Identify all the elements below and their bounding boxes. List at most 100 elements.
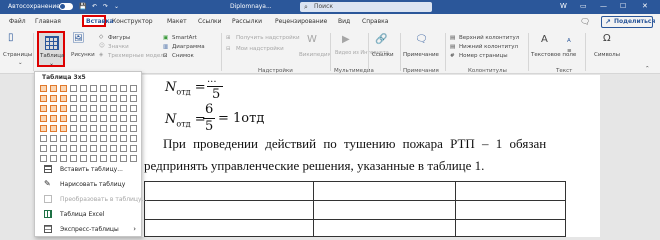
comments-icon[interactable]: 🗨	[580, 17, 590, 26]
comment-label[interactable]: Примечание	[403, 52, 439, 58]
wikipedia-label[interactable]: Википедия	[299, 52, 331, 58]
autosave-toggle[interactable]	[59, 3, 73, 10]
grid-cell[interactable]	[80, 85, 87, 92]
undo-icon[interactable]: ↶	[92, 3, 97, 10]
grid-cell[interactable]	[60, 135, 67, 142]
grid-cell[interactable]	[130, 145, 137, 152]
grid-cell[interactable]	[90, 155, 97, 162]
grid-cell[interactable]	[100, 105, 107, 112]
screenshot-label[interactable]: Снимок	[172, 53, 194, 59]
collapse-ribbon-icon[interactable]: ⌃	[645, 66, 650, 72]
chart-label[interactable]: Диаграмма	[172, 44, 205, 50]
grid-cell[interactable]	[80, 125, 87, 132]
grid-cell[interactable]	[120, 145, 127, 152]
tab-review[interactable]: Рецензирование	[275, 18, 327, 25]
grid-cell[interactable]	[70, 85, 77, 92]
grid-cell[interactable]	[130, 115, 137, 122]
smartart-label[interactable]: SmartArt	[172, 35, 197, 41]
grid-cell[interactable]	[100, 155, 107, 162]
share-button[interactable]: Поделиться	[601, 16, 655, 28]
table-button[interactable]: Таблица ⌄	[37, 31, 65, 67]
grid-cell[interactable]	[80, 115, 87, 122]
grid-cell[interactable]	[70, 105, 77, 112]
grid-cell[interactable]	[90, 125, 97, 132]
grid-cell[interactable]	[80, 95, 87, 102]
grid-cell[interactable]	[60, 115, 67, 122]
grid-cell[interactable]	[80, 155, 87, 162]
grid-cell[interactable]	[70, 155, 77, 162]
grid-cell[interactable]	[110, 125, 117, 132]
grid-cell[interactable]	[120, 85, 127, 92]
grid-cell[interactable]	[100, 95, 107, 102]
tab-mailings[interactable]: Рассылки	[232, 18, 262, 25]
grid-cell[interactable]	[40, 105, 47, 112]
grid-cell[interactable]	[50, 155, 57, 162]
customize-qat-icon[interactable]: ⌄	[114, 3, 119, 10]
grid-cell[interactable]	[60, 145, 67, 152]
grid-cell[interactable]	[50, 85, 57, 92]
symbols-label[interactable]: Символы	[594, 52, 620, 58]
grid-cell[interactable]	[40, 135, 47, 142]
footer-label[interactable]: Нижний колонтитул	[459, 44, 518, 50]
wordart-icon[interactable]: A	[567, 38, 571, 44]
grid-cell[interactable]	[40, 145, 47, 152]
header-label[interactable]: Верхний колонтитул	[459, 35, 519, 41]
grid-cell[interactable]	[40, 85, 47, 92]
menu-item-quick-tables[interactable]: Экспресс-таблицы ›	[36, 222, 142, 236]
grid-cell[interactable]	[120, 95, 127, 102]
grid-cell[interactable]	[90, 105, 97, 112]
grid-cell[interactable]	[110, 85, 117, 92]
links-label[interactable]: Ссылки	[372, 52, 394, 58]
save-icon[interactable]: 💾	[79, 3, 86, 10]
menu-item-draw-table[interactable]: ✎ Нарисовать таблицу	[36, 177, 142, 191]
grid-cell[interactable]	[60, 155, 67, 162]
grid-cell[interactable]	[40, 95, 47, 102]
grid-cell[interactable]	[120, 115, 127, 122]
grid-cell[interactable]	[130, 125, 137, 132]
grid-cell[interactable]	[90, 145, 97, 152]
grid-cell[interactable]	[100, 115, 107, 122]
ribbon-options-icon[interactable]: ▭	[580, 2, 587, 10]
grid-cell[interactable]	[130, 135, 137, 142]
grid-cell[interactable]	[70, 115, 77, 122]
grid-cell[interactable]	[90, 135, 97, 142]
minimize-icon[interactable]: —	[600, 2, 607, 10]
grid-cell[interactable]	[100, 145, 107, 152]
grid-cell[interactable]	[50, 125, 57, 132]
grid-cell[interactable]	[130, 105, 137, 112]
pages-label[interactable]: Страницы	[3, 52, 32, 58]
grid-cell[interactable]	[110, 115, 117, 122]
grid-cell[interactable]	[110, 105, 117, 112]
my-addins-label[interactable]: Мои надстройки	[236, 46, 284, 52]
grid-cell[interactable]	[130, 95, 137, 102]
grid-cell[interactable]	[100, 125, 107, 132]
maximize-icon[interactable]: ☐	[620, 2, 626, 10]
grid-cell[interactable]	[120, 135, 127, 142]
grid-cell[interactable]	[80, 105, 87, 112]
user-avatar[interactable]: W	[560, 2, 567, 10]
grid-cell[interactable]	[60, 105, 67, 112]
tab-file[interactable]: Файл	[9, 18, 26, 25]
icons-label[interactable]: Значки	[108, 44, 129, 50]
shapes-label[interactable]: Фигуры	[108, 35, 130, 41]
grid-cell[interactable]	[40, 115, 47, 122]
grid-cell[interactable]	[50, 145, 57, 152]
grid-cell[interactable]	[50, 95, 57, 102]
search-box[interactable]: ⌕ Поиск	[300, 2, 432, 12]
close-icon[interactable]: ✕	[642, 2, 648, 10]
grid-cell[interactable]	[40, 155, 47, 162]
grid-cell[interactable]	[130, 85, 137, 92]
grid-cell[interactable]	[110, 145, 117, 152]
models-label[interactable]: Трехмерные модели	[108, 53, 167, 59]
tab-insert[interactable]: Вставка	[82, 15, 114, 27]
tab-view[interactable]: Вид	[338, 18, 350, 25]
tab-references[interactable]: Ссылки	[198, 18, 222, 25]
grid-cell[interactable]	[70, 95, 77, 102]
grid-cell[interactable]	[70, 145, 77, 152]
tab-layout[interactable]: Макет	[167, 18, 187, 25]
grid-cell[interactable]	[100, 85, 107, 92]
document-table[interactable]	[144, 181, 566, 237]
grid-cell[interactable]	[80, 145, 87, 152]
menu-item-excel-table[interactable]: Таблица Excel	[36, 207, 142, 221]
grid-cell[interactable]	[100, 135, 107, 142]
